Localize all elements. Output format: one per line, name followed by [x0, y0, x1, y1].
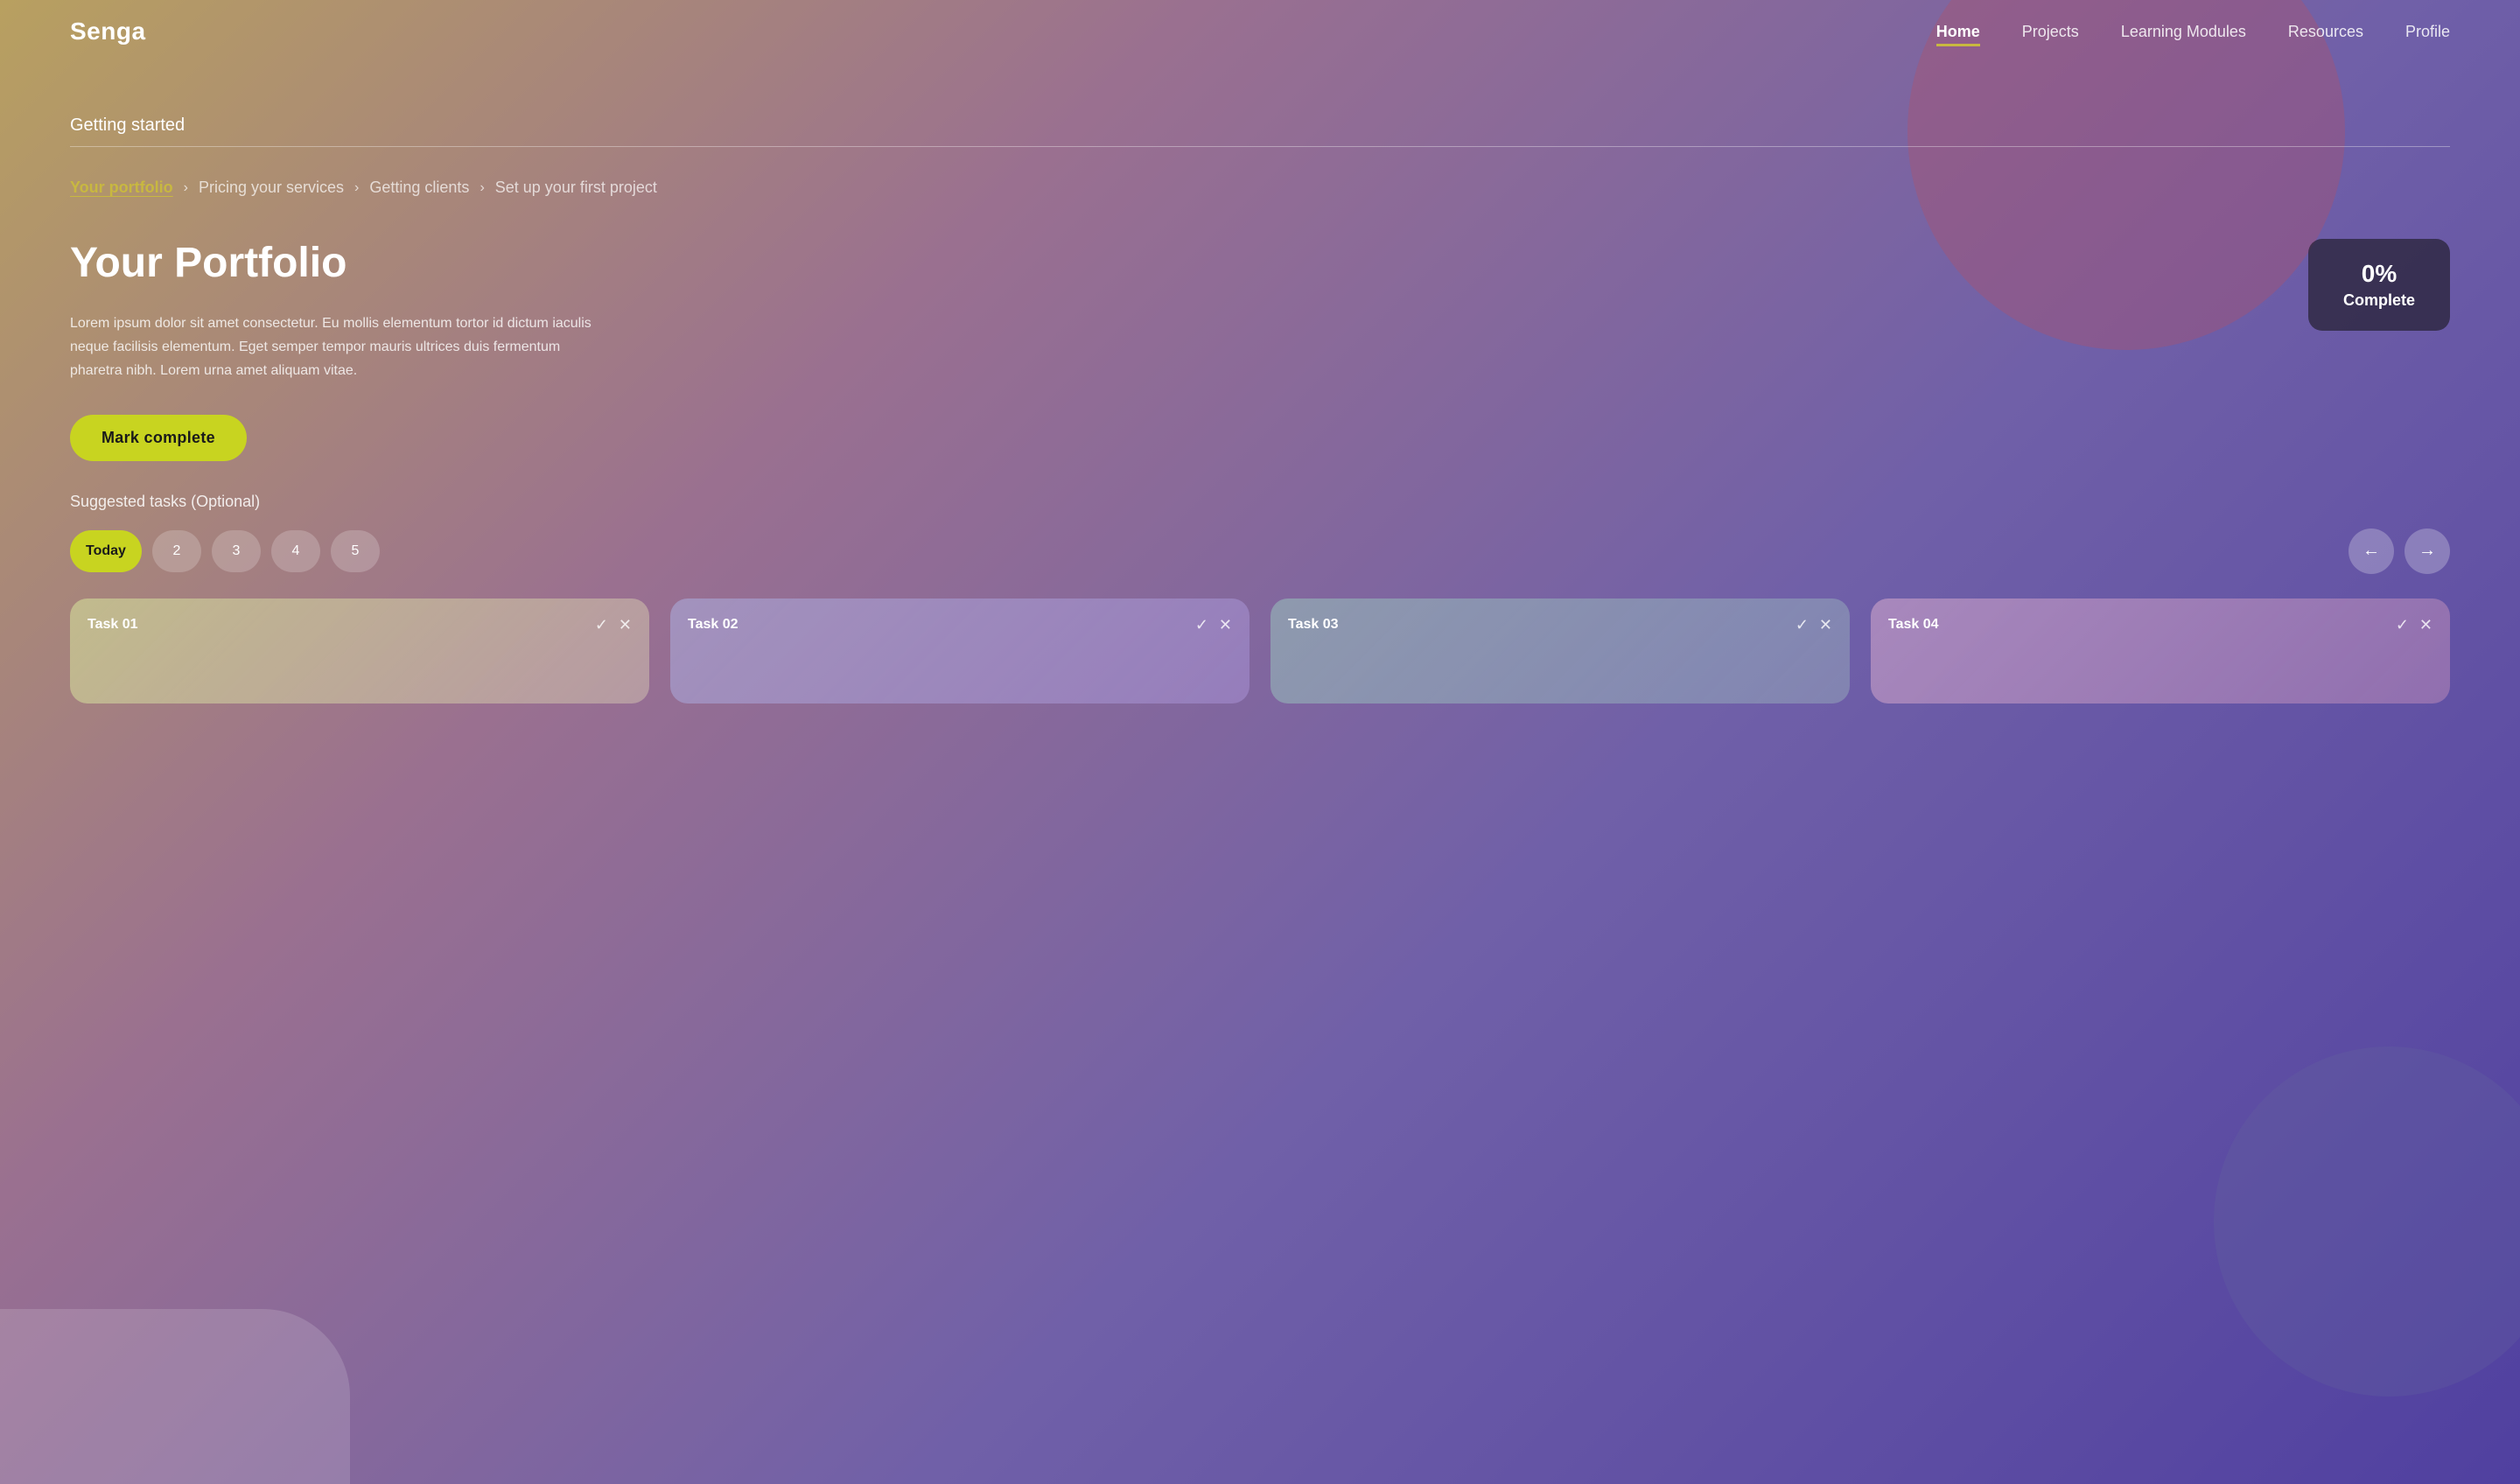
task-03-close-button[interactable]: ✕ — [1819, 616, 1832, 634]
chevron-right-icon-2: › — [354, 180, 359, 196]
next-arrow-button[interactable]: → — [2404, 528, 2450, 574]
day-tab-5[interactable]: 5 — [331, 530, 380, 572]
task-card-02-label: Task 02 — [688, 617, 738, 633]
breadcrumb: Your portfolio › Pricing your services ›… — [70, 178, 2450, 197]
portfolio-description: Lorem ipsum dolor sit amet consectetur. … — [70, 312, 595, 383]
day-tab-2[interactable]: 2 — [152, 530, 201, 572]
task-04-close-button[interactable]: ✕ — [2419, 616, 2432, 634]
task-card-04-actions: ✓ ✕ — [2396, 616, 2432, 634]
section-divider — [70, 146, 2450, 147]
nav-item-resources[interactable]: Resources — [2288, 23, 2363, 41]
task-card-04-header: Task 04 ✓ ✕ — [1888, 616, 2432, 634]
task-nav-arrows: ← → — [2348, 528, 2450, 574]
suggested-tasks-section: Suggested tasks (Optional) Today 2 3 4 5… — [70, 493, 2450, 704]
day-tab-4[interactable]: 4 — [271, 530, 320, 572]
prev-arrow-button[interactable]: ← — [2348, 528, 2394, 574]
task-02-close-button[interactable]: ✕ — [1219, 616, 1232, 634]
task-card-03-label: Task 03 — [1288, 617, 1339, 633]
nav-item-projects[interactable]: Projects — [2022, 23, 2079, 41]
task-card-01-actions: ✓ ✕ — [595, 616, 632, 634]
arrow-right-icon: → — [2418, 541, 2436, 561]
mark-complete-button[interactable]: Mark complete — [70, 415, 247, 461]
nav-links: Home Projects Learning Modules Resources… — [1936, 23, 2450, 41]
task-cards-grid: Task 01 ✓ ✕ Task 02 ✓ ✕ — [70, 598, 2450, 704]
task-card-02: Task 02 ✓ ✕ — [670, 598, 1250, 704]
day-tabs: Today 2 3 4 5 ← → — [70, 528, 2450, 574]
breadcrumb-first-project[interactable]: Set up your first project — [495, 178, 657, 197]
task-card-02-header: Task 02 ✓ ✕ — [688, 616, 1232, 634]
chevron-right-icon-1: › — [184, 180, 188, 196]
task-card-03-header: Task 03 ✓ ✕ — [1288, 616, 1832, 634]
progress-label: Complete — [2343, 291, 2415, 310]
nav-item-learning-modules[interactable]: Learning Modules — [2121, 23, 2246, 41]
portfolio-title: Your Portfolio — [70, 239, 595, 287]
nav-link-resources[interactable]: Resources — [2288, 23, 2363, 40]
task-03-check-button[interactable]: ✓ — [1796, 616, 1809, 634]
task-02-check-button[interactable]: ✓ — [1195, 616, 1208, 634]
arrow-left-icon: ← — [2362, 541, 2380, 561]
task-card-01: Task 01 ✓ ✕ — [70, 598, 649, 704]
task-card-03: Task 03 ✓ ✕ — [1270, 598, 1850, 704]
nav-link-projects[interactable]: Projects — [2022, 23, 2079, 40]
task-card-02-actions: ✓ ✕ — [1195, 616, 1232, 634]
nav-link-learning-modules[interactable]: Learning Modules — [2121, 23, 2246, 40]
task-card-04: Task 04 ✓ ✕ — [1871, 598, 2450, 704]
breadcrumb-your-portfolio[interactable]: Your portfolio — [70, 178, 173, 197]
day-tab-today[interactable]: Today — [70, 530, 142, 572]
breadcrumb-pricing-services[interactable]: Pricing your services — [199, 178, 344, 197]
task-01-close-button[interactable]: ✕ — [619, 616, 632, 634]
navbar: Senga Home Projects Learning Modules Res… — [0, 0, 2520, 63]
task-card-01-label: Task 01 — [88, 617, 138, 633]
nav-link-home[interactable]: Home — [1936, 23, 1980, 46]
day-tab-3[interactable]: 3 — [212, 530, 261, 572]
getting-started-title: Getting started — [70, 116, 2450, 136]
nav-item-profile[interactable]: Profile — [2405, 23, 2450, 41]
main-content: Getting started Your portfolio › Pricing… — [0, 63, 2520, 704]
breadcrumb-getting-clients[interactable]: Getting clients — [369, 178, 469, 197]
nav-item-home[interactable]: Home — [1936, 23, 1980, 41]
chevron-right-icon-3: › — [480, 180, 484, 196]
portfolio-left: Your Portfolio Lorem ipsum dolor sit ame… — [70, 239, 595, 461]
task-card-04-label: Task 04 — [1888, 617, 1939, 633]
progress-badge: 0% Complete — [2308, 239, 2450, 331]
task-01-check-button[interactable]: ✓ — [595, 616, 608, 634]
task-card-01-header: Task 01 ✓ ✕ — [88, 616, 632, 634]
nav-link-profile[interactable]: Profile — [2405, 23, 2450, 40]
task-card-03-actions: ✓ ✕ — [1796, 616, 1832, 634]
progress-percent: 0% — [2343, 260, 2415, 288]
suggested-tasks-title: Suggested tasks (Optional) — [70, 493, 2450, 511]
app-logo[interactable]: Senga — [70, 18, 146, 46]
portfolio-section: Your Portfolio Lorem ipsum dolor sit ame… — [70, 239, 2450, 461]
task-04-check-button[interactable]: ✓ — [2396, 616, 2409, 634]
